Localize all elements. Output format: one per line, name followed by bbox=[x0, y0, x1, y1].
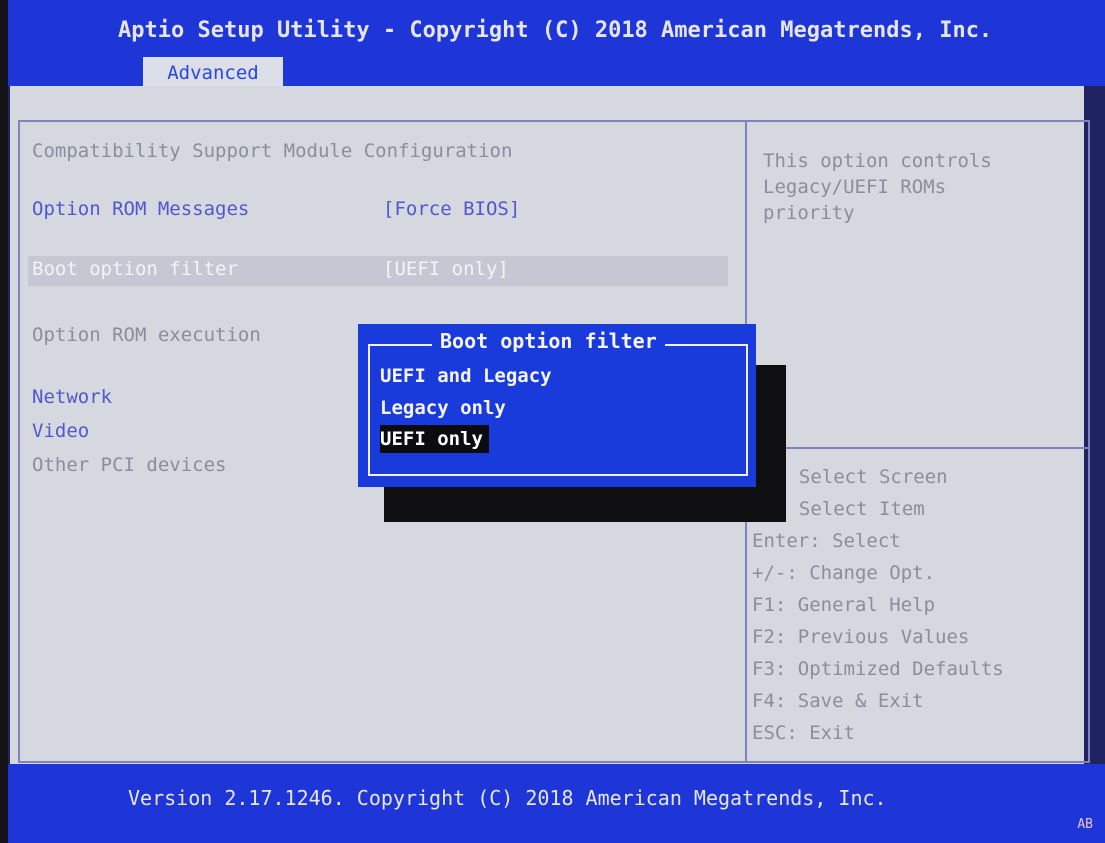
popup-title: Boot option filter bbox=[432, 329, 665, 353]
setting-value[interactable]: [Force BIOS] bbox=[383, 198, 520, 220]
option-legacy-only[interactable]: Legacy only bbox=[380, 394, 506, 422]
help-line: priority bbox=[763, 202, 855, 224]
help-line: This option controls bbox=[763, 150, 992, 172]
setting-value[interactable]: [UEFI only] bbox=[383, 258, 509, 280]
tab-advanced[interactable]: Advanced bbox=[143, 57, 283, 89]
version-text: Version 2.17.1246. Copyright (C) 2018 Am… bbox=[128, 786, 887, 810]
section-title: Compatibility Support Module Configurati… bbox=[32, 140, 513, 162]
key-f3: F3: Optimized Defaults bbox=[752, 658, 1004, 680]
submenu-network[interactable]: Network bbox=[32, 386, 112, 408]
window-title: Aptio Setup Utility - Copyright (C) 2018… bbox=[118, 18, 993, 43]
submenu-other-pci-devices[interactable]: Other PCI devices bbox=[32, 454, 226, 476]
key-f1: F1: General Help bbox=[752, 594, 936, 616]
help-line: Legacy/UEFI ROMs bbox=[763, 176, 947, 198]
status-code: AB bbox=[1077, 817, 1093, 832]
key-enter: Enter: Select bbox=[752, 530, 901, 552]
help-divider bbox=[745, 447, 1090, 449]
setting-label: Boot option filter bbox=[32, 258, 238, 280]
key-f2: F2: Previous Values bbox=[752, 626, 970, 648]
key-f4: F4: Save & Exit bbox=[752, 690, 924, 712]
option-uefi-only[interactable]: UEFI only bbox=[380, 425, 489, 453]
key-change-opt: +/-: Change Opt. bbox=[752, 562, 936, 584]
key-select-item: : Select Item bbox=[776, 498, 925, 520]
submenu-video[interactable]: Video bbox=[32, 420, 89, 442]
option-uefi-and-legacy[interactable]: UEFI and Legacy bbox=[380, 362, 552, 390]
setting-label: Option ROM Messages bbox=[32, 198, 250, 220]
key-esc: ESC: Exit bbox=[752, 722, 855, 744]
setting-label: Option ROM execution bbox=[32, 324, 261, 346]
key-select-screen: : Select Screen bbox=[776, 466, 948, 488]
